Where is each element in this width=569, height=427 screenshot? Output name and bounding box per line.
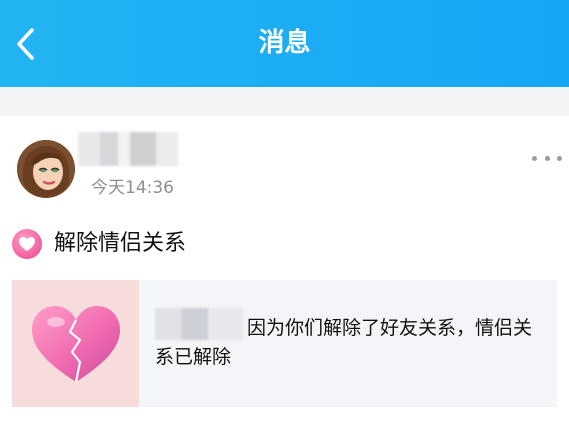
more-dot: [532, 155, 537, 161]
message-timestamp: 今天14:36: [91, 178, 174, 198]
avatar[interactable]: [17, 140, 75, 198]
broken-heart-thumbnail: [12, 280, 139, 407]
heart-badge-icon: [12, 229, 42, 259]
more-options-button[interactable]: [532, 150, 562, 166]
page-title: 消息: [258, 28, 311, 58]
sender-name-redacted: [78, 132, 178, 166]
action-row: 解除情侣关系: [12, 227, 186, 261]
more-dot: [544, 155, 550, 161]
message-card: 今天14:36 解除情侣关系 因为你们解除了好友关系，情侣关系已解除: [0, 116, 569, 427]
broken-heart-icon: [31, 305, 120, 382]
more-dot: [557, 155, 562, 161]
info-message: 因为你们解除了好友关系，情侣关系已解除: [155, 317, 533, 368]
top-bar: 消息: [0, 0, 569, 87]
action-title: 解除情侣关系: [54, 231, 187, 256]
info-box[interactable]: 因为你们解除了好友关系，情侣关系已解除: [12, 280, 557, 407]
